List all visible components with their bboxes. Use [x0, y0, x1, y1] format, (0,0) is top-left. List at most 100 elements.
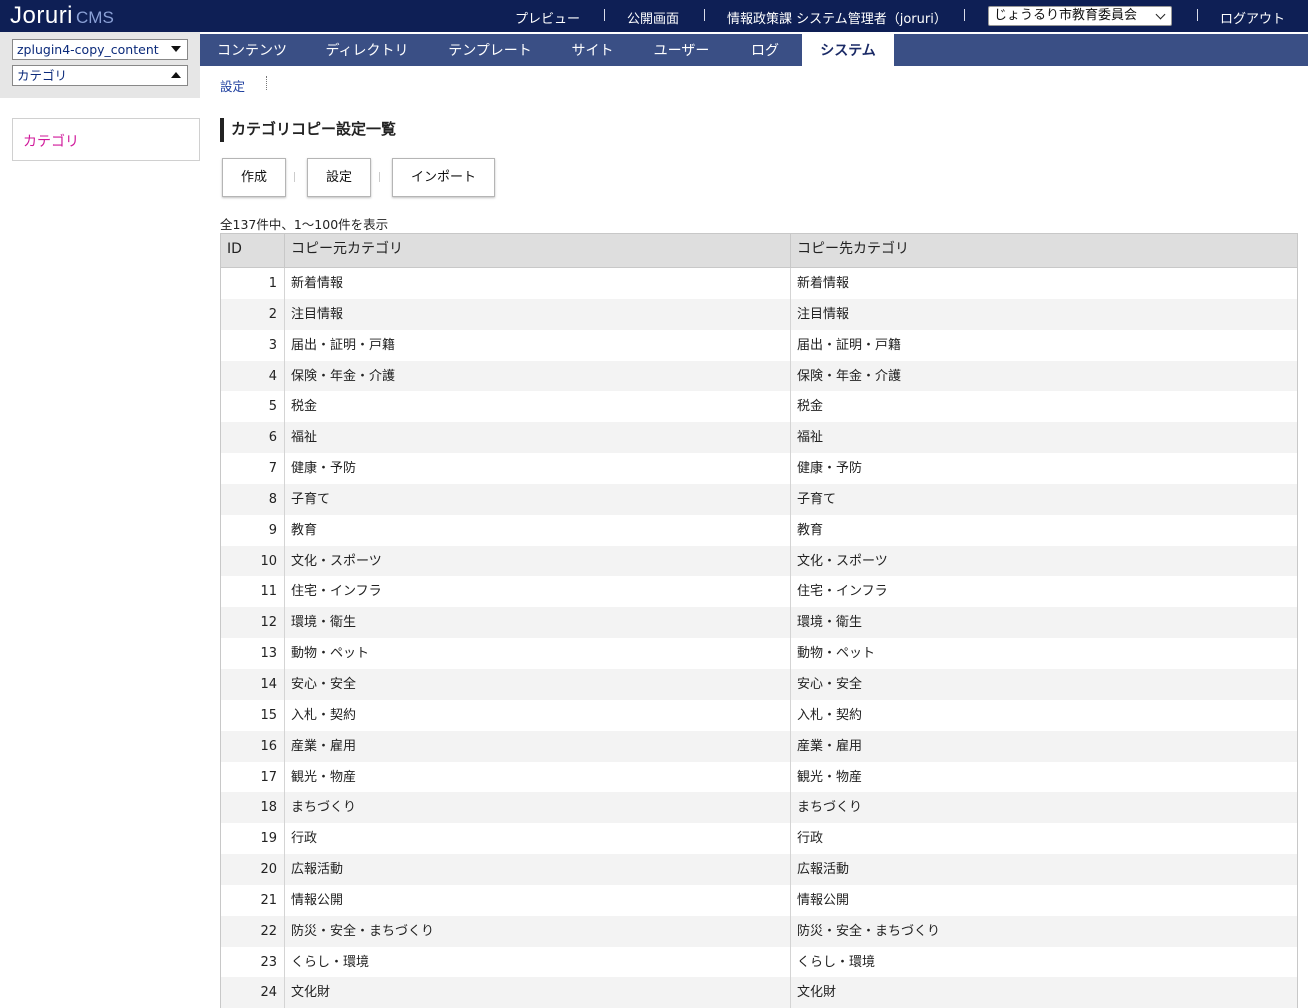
row-destination-cell: 安心・安全 — [797, 676, 863, 692]
table-row[interactable]: 21 情報公開 情報公開 — [221, 884, 1297, 916]
row-id-cell[interactable]: 19 — [221, 823, 285, 855]
row-id-cell[interactable]: 1 — [221, 268, 285, 299]
table-row[interactable]: 9 教育 教育 — [221, 514, 1297, 546]
tab-site[interactable]: サイト — [550, 34, 635, 66]
header-separator — [964, 9, 965, 21]
row-id-cell[interactable]: 22 — [221, 915, 285, 947]
table-row[interactable]: 3 届出・証明・戸籍 届出・証明・戸籍 — [221, 329, 1297, 361]
row-id-cell[interactable]: 13 — [221, 638, 285, 669]
row-destination-cell: 情報公開 — [797, 892, 850, 908]
table-row[interactable]: 5 税金 税金 — [221, 391, 1297, 423]
row-source-cell: 子育て — [285, 483, 791, 515]
content-select[interactable]: zplugin4-copy_content — [12, 39, 188, 60]
tab-contents[interactable]: コンテンツ — [200, 34, 304, 66]
tab-template[interactable]: テンプレート — [430, 34, 550, 66]
content-select-value: zplugin4-copy_content — [17, 42, 159, 57]
row-destination-cell: 住宅・インフラ — [797, 584, 888, 600]
row-id-cell[interactable]: 21 — [221, 884, 285, 916]
row-id-cell[interactable]: 6 — [221, 422, 285, 454]
table-row[interactable]: 18 まちづくり まちづくり — [221, 792, 1297, 824]
table-row[interactable]: 23 くらし・環境 くらし・環境 — [221, 946, 1297, 978]
row-id-cell[interactable]: 20 — [221, 854, 285, 885]
row-source-cell: 広報活動 — [285, 854, 791, 885]
organization-select[interactable]: じょうるり市教育委員会 — [988, 6, 1172, 26]
triangle-down-icon — [171, 46, 181, 52]
table-row[interactable]: 17 観光・物産 観光・物産 — [221, 761, 1297, 793]
button-separator — [294, 172, 295, 182]
row-source-cell: 文化・スポーツ — [285, 545, 791, 577]
current-user-label[interactable]: 情報政策課 システム管理者（joruri） — [727, 8, 947, 27]
table-row[interactable]: 1 新着情報 新着情報 — [221, 268, 1297, 299]
tab-log[interactable]: ログ — [728, 34, 802, 66]
row-destination-cell: 教育 — [797, 522, 824, 538]
row-id-cell[interactable]: 18 — [221, 792, 285, 824]
tab-system[interactable]: システム — [802, 34, 894, 66]
row-id-cell[interactable]: 12 — [221, 607, 285, 639]
row-id-cell[interactable]: 17 — [221, 761, 285, 793]
table-row[interactable]: 7 健康・予防 健康・予防 — [221, 453, 1297, 484]
row-destination-cell: 防災・安全・まちづくり — [797, 923, 941, 939]
subnav-setting-link[interactable]: 設定 — [220, 79, 245, 94]
row-source-cell: まちづくり — [285, 792, 791, 824]
table-row[interactable]: 13 動物・ペット 動物・ペット — [221, 638, 1297, 669]
row-id-cell[interactable]: 4 — [221, 360, 285, 392]
tab-directory[interactable]: ディレクトリ — [304, 34, 430, 66]
table-row[interactable]: 19 行政 行政 — [221, 823, 1297, 855]
row-source-cell: 防災・安全・まちづくり — [285, 915, 791, 947]
module-select[interactable]: カテゴリ — [12, 65, 188, 86]
setting-button[interactable]: 設定 — [307, 158, 371, 197]
table-row[interactable]: 4 保険・年金・介護 保険・年金・介護 — [221, 360, 1297, 392]
row-destination-cell: 福祉 — [797, 430, 824, 446]
row-destination-cell: 保険・年金・介護 — [797, 368, 902, 384]
preview-link[interactable]: プレビュー — [515, 8, 580, 27]
row-id-cell[interactable]: 16 — [221, 730, 285, 762]
row-destination-cell: 子育て — [797, 491, 837, 507]
table-row[interactable]: 8 子育て 子育て — [221, 483, 1297, 515]
main-nav: コンテンツ ディレクトリ テンプレート サイト ユーザー ログ システム — [200, 34, 1308, 66]
row-id-cell[interactable]: 2 — [221, 298, 285, 330]
header-separator — [604, 9, 605, 21]
import-button[interactable]: インポート — [392, 158, 495, 197]
row-source-cell: 行政 — [285, 823, 791, 855]
public-site-link[interactable]: 公開画面 — [627, 8, 679, 27]
result-count: 全137件中、1〜100件を表示 — [220, 217, 389, 232]
row-source-cell: 住宅・インフラ — [285, 576, 791, 608]
row-id-cell[interactable]: 9 — [221, 514, 285, 546]
row-destination-cell: まちづくり — [797, 800, 863, 816]
organization-select-value: じょうるり市教育委員会 — [994, 8, 1138, 23]
table-row[interactable]: 15 入札・契約 入札・契約 — [221, 699, 1297, 731]
table-row[interactable]: 11 住宅・インフラ 住宅・インフラ — [221, 576, 1297, 608]
row-id-cell[interactable]: 15 — [221, 699, 285, 731]
row-source-cell: 保険・年金・介護 — [285, 360, 791, 392]
row-source-cell: 届出・証明・戸籍 — [285, 329, 791, 361]
row-id-cell[interactable]: 14 — [221, 668, 285, 700]
table-row[interactable]: 12 環境・衛生 環境・衛生 — [221, 607, 1297, 639]
row-id-cell[interactable]: 10 — [221, 545, 285, 577]
table-row[interactable]: 16 産業・雇用 産業・雇用 — [221, 730, 1297, 762]
row-id-cell[interactable]: 3 — [221, 329, 285, 361]
row-destination-cell: 入札・契約 — [797, 707, 863, 723]
column-header-source: コピー元カテゴリ — [285, 234, 791, 267]
table-row[interactable]: 20 広報活動 広報活動 — [221, 854, 1297, 885]
create-button[interactable]: 作成 — [222, 158, 286, 197]
table-row[interactable]: 22 防災・安全・まちづくり 防災・安全・まちづくり — [221, 915, 1297, 947]
row-destination-cell: 健康・予防 — [797, 461, 863, 477]
tab-user[interactable]: ユーザー — [635, 34, 728, 66]
row-id-cell[interactable]: 23 — [221, 946, 285, 978]
sub-nav: 設定 — [220, 76, 267, 94]
top-header: Joruri CMS プレビュー 公開画面 情報政策課 システム管理者（joru… — [0, 0, 1308, 32]
row-destination-cell: 新着情報 — [797, 276, 850, 291]
row-id-cell[interactable]: 7 — [221, 453, 285, 484]
sidebar-item-category[interactable]: カテゴリ — [23, 131, 79, 151]
table-row[interactable]: 2 注目情報 注目情報 — [221, 298, 1297, 330]
row-id-cell[interactable]: 5 — [221, 391, 285, 423]
table-row[interactable]: 6 福祉 福祉 — [221, 422, 1297, 454]
left-sidebar-nav: カテゴリ — [12, 118, 200, 161]
row-source-cell: 安心・安全 — [285, 668, 791, 700]
table-row[interactable]: 14 安心・安全 安心・安全 — [221, 668, 1297, 700]
row-destination-cell: くらし・環境 — [797, 954, 876, 970]
logout-link[interactable]: ログアウト — [1220, 8, 1285, 27]
table-row[interactable]: 10 文化・スポーツ 文化・スポーツ — [221, 545, 1297, 577]
row-id-cell[interactable]: 11 — [221, 576, 285, 608]
row-id-cell[interactable]: 8 — [221, 483, 285, 515]
